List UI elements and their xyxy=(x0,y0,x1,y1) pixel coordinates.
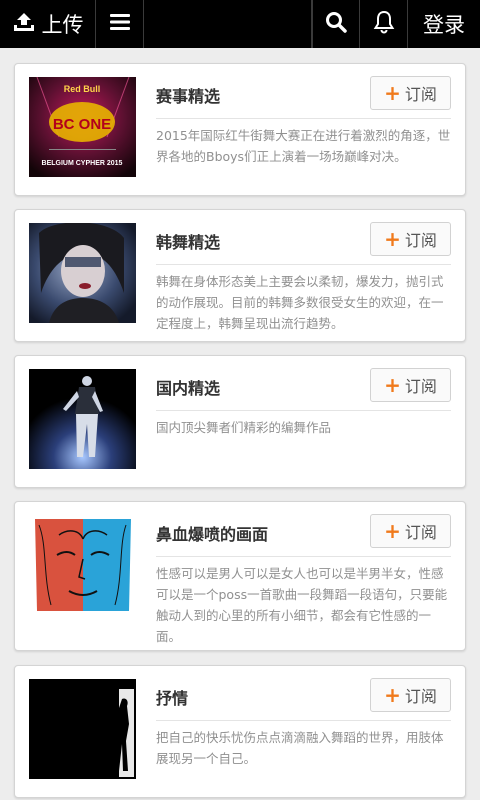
search-icon xyxy=(325,11,347,37)
category-description: 性感可以是男人可以是女人也可以是半男半女，性感可以是一个poss一首歌曲一段舞蹈… xyxy=(156,566,448,644)
upload-button[interactable]: 上传 xyxy=(0,0,96,48)
category-description: 国内顶尖舞者们精彩的编舞作品 xyxy=(156,420,332,435)
category-card[interactable]: 抒情 + 订阅 把自己的快乐忧伤点点滴滴融入舞蹈的世界，用肢体展现另一个自己。 xyxy=(14,665,466,798)
plus-icon: + xyxy=(384,227,401,251)
top-navigation-bar: 上传 登录 xyxy=(0,0,480,48)
category-description: 2015年国际红牛街舞大赛正在进行着激烈的角逐，世界各地的Bboys们正上演着一… xyxy=(156,128,451,164)
category-thumbnail xyxy=(29,515,136,615)
subscribe-button[interactable]: + 订阅 xyxy=(370,76,451,110)
subscribe-label: 订阅 xyxy=(404,85,437,104)
category-thumbnail xyxy=(29,223,136,323)
subscribe-button[interactable]: + 订阅 xyxy=(370,514,451,548)
category-card[interactable]: 国内精选 + 订阅 国内顶尖舞者们精彩的编舞作品 xyxy=(14,355,466,488)
category-title: 抒情 xyxy=(156,689,189,708)
subscribe-label: 订阅 xyxy=(404,687,437,706)
plus-icon: + xyxy=(384,373,401,397)
topbar-spacer xyxy=(144,0,312,48)
card-divider xyxy=(156,118,451,119)
thumb-brand-text: Red Bull xyxy=(64,84,101,94)
subscribe-label: 订阅 xyxy=(404,523,437,542)
subscribe-label: 订阅 xyxy=(404,231,437,250)
subscribe-button[interactable]: + 订阅 xyxy=(370,368,451,402)
upload-icon xyxy=(12,11,36,37)
card-divider xyxy=(156,556,451,557)
menu-button[interactable] xyxy=(96,0,144,48)
category-card[interactable]: 韩舞精选 + 订阅 韩舞在身体形态美上主要会以柔韧，爆发力，抛引式的动作展现。目… xyxy=(14,209,466,342)
category-feed: Red Bull BC ONE BELGIUM CYPHER 2015 赛事精选… xyxy=(0,48,480,800)
category-thumbnail xyxy=(29,369,136,469)
plus-icon: + xyxy=(384,81,401,105)
notifications-button[interactable] xyxy=(360,0,408,48)
category-description: 韩舞在身体形态美上主要会以柔韧，爆发力，抛引式的动作展现。目前的韩舞多数很受女生… xyxy=(156,274,444,331)
thumb-logo-text: BC ONE xyxy=(53,116,111,133)
thumb-caption-text: BELGIUM CYPHER 2015 xyxy=(42,160,123,167)
category-title: 赛事精选 xyxy=(156,87,221,106)
menu-icon xyxy=(109,13,130,35)
login-button[interactable]: 登录 xyxy=(408,0,480,48)
plus-icon: + xyxy=(384,519,401,543)
card-divider xyxy=(156,720,451,721)
category-title: 韩舞精选 xyxy=(156,233,221,252)
category-description: 把自己的快乐忧伤点点滴滴融入舞蹈的世界，用肢体展现另一个自己。 xyxy=(156,730,444,766)
category-title: 国内精选 xyxy=(156,379,221,398)
bell-icon xyxy=(373,10,395,38)
category-card[interactable]: 鼻血爆喷的画面 + 订阅 性感可以是男人可以是女人也可以是半男半女，性感可以是一… xyxy=(14,501,466,651)
category-thumbnail xyxy=(29,679,136,779)
card-divider xyxy=(156,264,451,265)
subscribe-label: 订阅 xyxy=(404,377,437,396)
plus-icon: + xyxy=(384,683,401,707)
search-button[interactable] xyxy=(312,0,360,48)
subscribe-button[interactable]: + 订阅 xyxy=(370,678,451,712)
category-title: 鼻血爆喷的画面 xyxy=(156,525,269,544)
category-card[interactable]: Red Bull BC ONE BELGIUM CYPHER 2015 赛事精选… xyxy=(14,63,466,196)
card-divider xyxy=(156,410,451,411)
category-thumbnail: Red Bull BC ONE BELGIUM CYPHER 2015 xyxy=(29,77,136,177)
subscribe-button[interactable]: + 订阅 xyxy=(370,222,451,256)
upload-label: 上传 xyxy=(41,13,84,37)
